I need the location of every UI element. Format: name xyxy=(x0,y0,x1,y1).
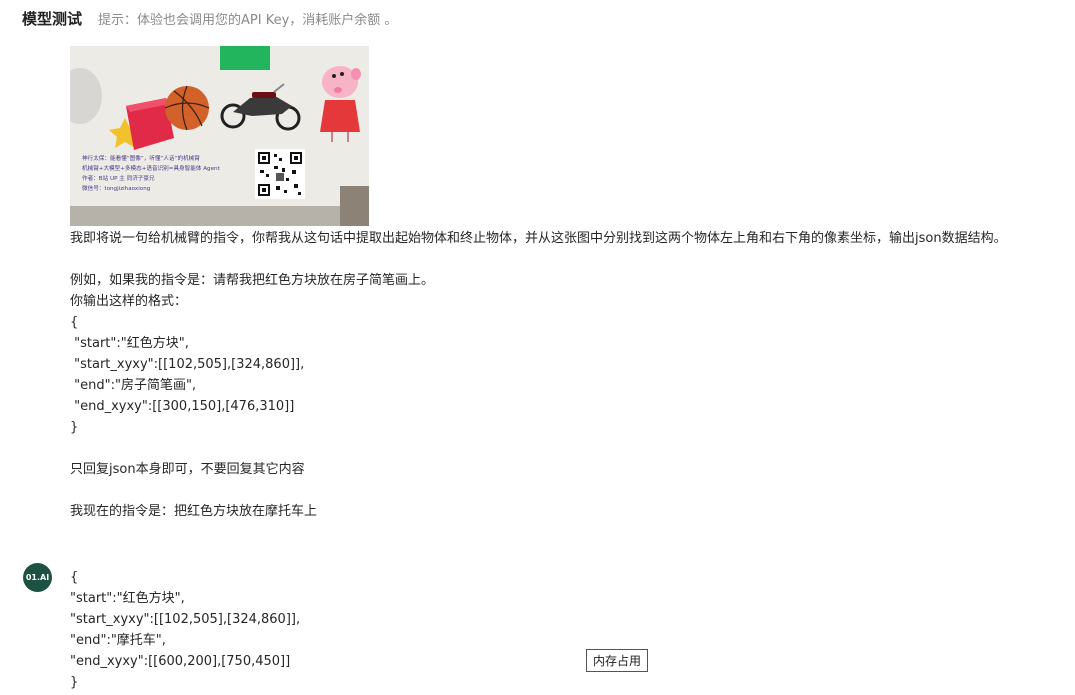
memory-usage-button[interactable]: 内存占用 xyxy=(586,649,648,672)
message-line: 我即将说一句给机械臂的指令，你帮我从这句话中提取出起始物体和终止物体，并从这张图… xyxy=(70,231,1007,246)
qr-code-shape xyxy=(255,149,305,199)
reply-line: } xyxy=(70,675,79,690)
message-line xyxy=(70,480,1070,501)
uploaded-image: 神行太保：能看懂“图像”，听懂“人话”的机械臂 机械臂+大模型+多模态+语音识别… xyxy=(70,46,369,226)
message-line xyxy=(70,249,1070,270)
message-line: { xyxy=(70,315,79,330)
reply-line: "start":"红色方块", xyxy=(70,591,185,606)
peppa-pig-shape xyxy=(320,66,361,142)
message-line: 你输出这样的格式： xyxy=(70,294,188,309)
page-title: 模型测试 xyxy=(22,10,83,28)
assistant-reply: { "start":"红色方块", "start_xyxy":[[102,505… xyxy=(70,567,670,693)
message-line: "end_xyxy":[[300,150],[476,310]] xyxy=(70,399,295,414)
message-line: "end":"房子简笔画", xyxy=(70,378,197,393)
reply-line: "start_xyxy":[[102,505],[324,860]], xyxy=(70,612,301,627)
message-line: 例如，如果我的指令是：请帮我把红色方块放在房子简笔画上。 xyxy=(70,273,435,288)
message-line: 只回复json本身即可，不要回复其它内容 xyxy=(70,462,305,477)
chat-page: 模型测试 提示：体验也会调用您的API Key，消耗账户余额 。 神行太保：能看… xyxy=(0,0,1075,695)
reply-line: "end":"摩托车", xyxy=(70,633,166,648)
reply-line: { xyxy=(70,570,79,585)
photo-caption-line: 作者：B站 UP 主 同济子豪兄 xyxy=(82,174,155,182)
photo-caption-line: 微信号：tongjizihaoxiong xyxy=(82,184,151,192)
message-line: 我现在的指令是：把红色方块放在摩托车上 xyxy=(70,504,318,519)
basketball-shape xyxy=(165,86,209,130)
api-key-hint: 提示：体验也会调用您的API Key，消耗账户余额 。 xyxy=(98,13,398,28)
header: 模型测试 提示：体验也会调用您的API Key，消耗账户余额 。 xyxy=(22,8,397,30)
photo-caption-line: 神行太保：能看懂“图像”，听懂“人话”的机械臂 xyxy=(82,154,200,162)
green-block-shape xyxy=(220,46,270,70)
user-message: 我即将说一句给机械臂的指令，你帮我从这句话中提取出起始物体和终止物体，并从这张图… xyxy=(70,228,1070,522)
message-line xyxy=(70,438,1070,459)
message-line: "start":"红色方块", xyxy=(70,336,189,351)
assistant-avatar: 01.AI xyxy=(23,563,52,592)
message-line: "start_xyxy":[[102,505],[324,860]], xyxy=(70,357,305,372)
photo-caption-line: 机械臂+大模型+多模态+语音识别=具身智能体 Agent xyxy=(82,164,221,172)
message-line: } xyxy=(70,420,79,435)
reply-line: "end_xyxy":[[600,200],[750,450]] xyxy=(70,654,291,669)
